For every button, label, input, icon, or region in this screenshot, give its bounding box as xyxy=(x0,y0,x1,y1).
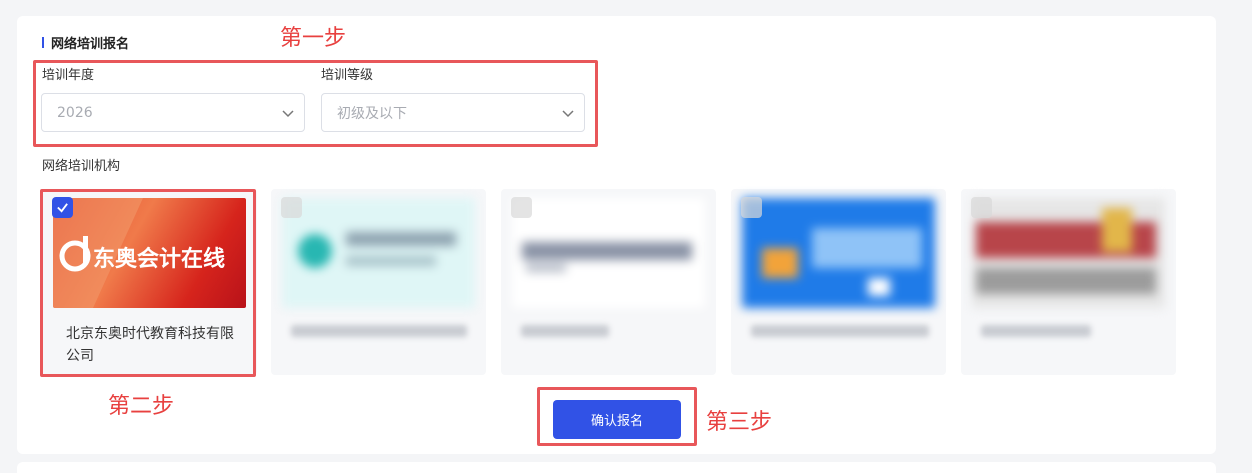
institution-card[interactable] xyxy=(961,189,1176,375)
checkbox-unchecked[interactable] xyxy=(281,197,302,218)
level-select[interactable]: 初级及以下 xyxy=(321,93,585,132)
level-select-value: 初级及以下 xyxy=(337,105,407,122)
step2-label: 第二步 xyxy=(108,394,175,419)
check-icon xyxy=(57,203,68,213)
section-title-text: 网络培训报名 xyxy=(51,36,130,52)
section-title: 网络培训报名 xyxy=(42,33,130,52)
institution-logo: 东奥会计在线 xyxy=(53,198,246,308)
logo-text: 东奥会计在线 xyxy=(93,246,225,272)
year-select-value: 2026 xyxy=(57,104,93,121)
year-select[interactable]: 2026 xyxy=(41,93,305,132)
institution-logo xyxy=(742,198,935,308)
institution-name: 北京东奥时代教育科技有限公司 xyxy=(66,326,234,364)
institution-name-redacted xyxy=(521,325,609,337)
institution-card[interactable] xyxy=(271,189,486,375)
institution-name-redacted xyxy=(981,325,1091,337)
section-title-marker xyxy=(42,36,44,48)
institutions-label: 网络培训机构 xyxy=(42,159,121,174)
checkbox-checked[interactable] xyxy=(52,197,73,218)
step3-label: 第三步 xyxy=(706,410,773,435)
checkbox-unchecked[interactable] xyxy=(741,197,762,218)
year-label: 培训年度 xyxy=(42,68,95,83)
institution-logo xyxy=(512,198,705,308)
level-label: 培训等级 xyxy=(321,68,374,83)
institution-card[interactable] xyxy=(731,189,946,375)
next-panel xyxy=(17,462,1216,473)
checkbox-unchecked[interactable] xyxy=(511,197,532,218)
institution-card[interactable]: 东奥会计在线 北京东奥时代教育科技有限公司 xyxy=(42,189,257,375)
confirm-registration-button[interactable]: 确认报名 xyxy=(553,400,681,439)
chevron-down-icon xyxy=(282,110,294,118)
checkbox-unchecked[interactable] xyxy=(971,197,992,218)
chevron-down-icon xyxy=(562,110,574,118)
institution-card[interactable] xyxy=(501,189,716,375)
institution-name-redacted xyxy=(751,325,929,337)
step1-label: 第一步 xyxy=(280,26,347,51)
institution-logo xyxy=(282,198,475,308)
institution-name-redacted xyxy=(291,325,467,337)
institution-logo xyxy=(972,198,1165,308)
